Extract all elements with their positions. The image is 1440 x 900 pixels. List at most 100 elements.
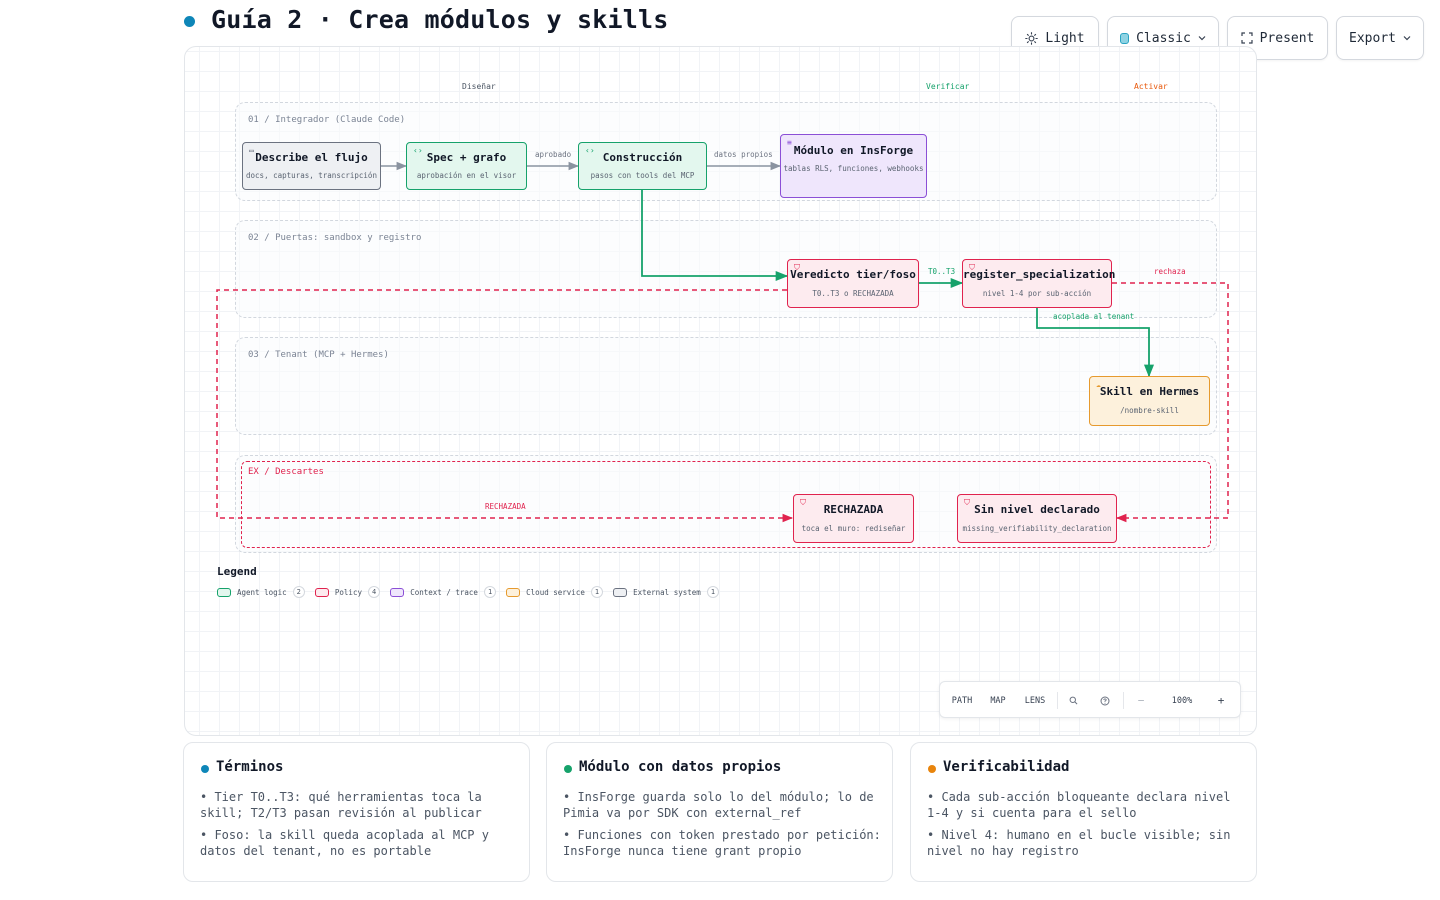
- card-item: • Foso: la skill queda acoplada al MCP y…: [200, 828, 489, 858]
- node-no-level[interactable]: ⛉ Sin nivel declarado missing_verifiabil…: [957, 494, 1117, 543]
- chevron-down-icon: [1198, 35, 1206, 41]
- node-subtitle: docs, capturas, transcripción: [246, 171, 377, 180]
- card-item: • Nivel 4: humano en el bucle visible; s…: [927, 828, 1231, 858]
- node-construction[interactable]: ‹› Construcción pasos con tools del MCP: [578, 142, 707, 190]
- card-dot: [928, 765, 936, 773]
- legend-item-context[interactable]: Context / trace 1: [390, 586, 497, 598]
- lane-gates-label: 02 / Puertas: sandbox y registro: [248, 233, 422, 243]
- node-verdict[interactable]: ⛉ Veredicto tier/foso T0..T3 o RECHAZADA: [787, 259, 919, 308]
- edge-label-coupled: acoplada al tenant: [1053, 312, 1135, 321]
- card-title: Verificabilidad: [943, 759, 1070, 775]
- node-title: Sin nivel declarado: [974, 503, 1100, 516]
- legend-swatch: [506, 587, 521, 597]
- edge-label-rejected: RECHAZADA: [485, 502, 526, 511]
- search-icon[interactable]: [1062, 682, 1084, 719]
- export-button[interactable]: Export: [1336, 16, 1424, 60]
- card-dot: [564, 765, 572, 773]
- node-title: Veredicto tier/foso: [790, 268, 916, 281]
- legend-swatch: [613, 587, 628, 597]
- edge-label-own-data: datos propios: [714, 150, 773, 159]
- card-title: Términos: [216, 759, 284, 775]
- node-register-specialization[interactable]: ⛉ register_specialization nivel 1-4 por …: [962, 259, 1116, 308]
- zoom-out-button[interactable]: −: [1130, 682, 1152, 719]
- present-label: Present: [1259, 30, 1315, 46]
- node-title: Describe el flujo: [255, 151, 368, 164]
- legend-item-external[interactable]: External system 1: [613, 586, 720, 598]
- zoom-level: 100%: [1171, 695, 1193, 706]
- node-subtitle: toca el muro: rediseñar: [801, 524, 906, 533]
- node-title: Spec + grafo: [426, 151, 507, 164]
- help-icon[interactable]: [1094, 682, 1116, 719]
- lane-integrator-label: 01 / Integrador (Claude Code): [248, 115, 406, 125]
- legend-item-policy[interactable]: Policy 4: [314, 586, 381, 598]
- card-list: • Tier T0..T3: qué herramientas toca la …: [200, 789, 518, 865]
- phase-design: Diseñar: [462, 82, 496, 91]
- view-toolbar: PATH MAP LENS − 100% +: [939, 681, 1241, 718]
- legend-count: 1: [706, 586, 720, 598]
- fullscreen-icon: [1240, 32, 1253, 44]
- card-module-data: Módulo con datos propios • InsForge guar…: [546, 742, 893, 882]
- lens-button[interactable]: LENS: [1019, 682, 1051, 719]
- edge-label-t0t3: T0..T3: [928, 267, 956, 276]
- card-item: • Tier T0..T3: qué herramientas toca la …: [200, 790, 482, 820]
- export-label: Export: [1349, 30, 1396, 46]
- node-skill-hermes[interactable]: ☁ Skill en Hermes /nombre-skill: [1089, 376, 1210, 426]
- card-list: • Cada sub-acción bloqueante declara niv…: [927, 789, 1245, 865]
- legend-label: Cloud service: [526, 587, 585, 597]
- node-subtitle: tablas RLS, funciones, webhooks: [783, 164, 924, 173]
- legend-count: 4: [367, 586, 381, 598]
- node-subtitle: T0..T3 o RECHAZADA: [812, 289, 894, 298]
- node-title: Construcción: [602, 151, 683, 164]
- card-title: Módulo con datos propios: [579, 759, 782, 775]
- legend-item-cloud[interactable]: Cloud service 1: [506, 586, 604, 598]
- style-swatch-icon: [1120, 32, 1130, 44]
- zoom-in-button[interactable]: +: [1210, 682, 1232, 719]
- style-label: Classic: [1136, 30, 1191, 46]
- card-verifiability: Verificabilidad • Cada sub-acción bloque…: [910, 742, 1257, 882]
- legend-count: 2: [292, 586, 305, 598]
- legend-item-agent[interactable]: Agent logic 2: [217, 586, 305, 598]
- node-title: Módulo en InsForge: [793, 144, 914, 157]
- node-spec-graph[interactable]: ‹› Spec + grafo aprobación en el visor: [406, 142, 527, 190]
- path-button[interactable]: PATH: [946, 682, 978, 719]
- node-module-insforge[interactable]: ≡ Módulo en InsForge tablas RLS, funcion…: [780, 134, 927, 198]
- legend-label: Policy: [334, 587, 362, 597]
- sun-icon: [1025, 31, 1039, 45]
- node-subtitle: pasos con tools del MCP: [590, 171, 695, 180]
- title-dot: [184, 16, 195, 27]
- card-dot: [201, 765, 209, 773]
- card-item: • Funciones con token prestado por petic…: [563, 828, 881, 858]
- light-label: Light: [1045, 30, 1085, 46]
- card-terms: Términos • Tier T0..T3: qué herramientas…: [183, 742, 530, 882]
- legend-count: 1: [590, 586, 604, 598]
- node-title: register_specialization: [963, 268, 1116, 281]
- map-button[interactable]: MAP: [984, 682, 1012, 719]
- node-subtitle: nivel 1-4 por sub-acción: [982, 289, 1092, 298]
- node-title: RECHAZADA: [823, 503, 884, 516]
- phase-verify: Verificar: [926, 82, 970, 91]
- card-item: • InsForge guarda solo lo del módulo; lo…: [563, 790, 874, 820]
- chevron-down-icon: [1403, 35, 1411, 41]
- page-title: Guía 2 · Crea módulos y skills: [211, 5, 669, 34]
- node-describe-flow[interactable]: ▭ Describe el flujo docs, capturas, tran…: [242, 142, 381, 190]
- legend-swatch: [314, 587, 329, 597]
- lane-tenant-label: 03 / Tenant (MCP + Hermes): [248, 350, 389, 360]
- toolbar-divider: [1123, 692, 1124, 709]
- legend: Agent logic 2 Policy 4 Context / trace 1…: [217, 586, 720, 598]
- lane-discards-label: EX / Descartes: [248, 467, 324, 477]
- node-subtitle: missing_verifiability_declaration: [962, 524, 1112, 533]
- legend-title: Legend: [217, 565, 257, 578]
- card-list: • InsForge guarda solo lo del módulo; lo…: [563, 789, 881, 865]
- legend-label: Context / trace: [410, 587, 478, 597]
- legend-swatch: [217, 587, 231, 597]
- legend-label: Agent logic: [237, 587, 287, 597]
- legend-label: External system: [633, 587, 701, 597]
- node-title: Skill en Hermes: [1099, 385, 1200, 398]
- card-item: • Cada sub-acción bloqueante declara niv…: [927, 790, 1231, 820]
- edge-label-approved: aprobado: [535, 150, 572, 159]
- legend-swatch: [390, 587, 405, 597]
- phase-activate: Activar: [1134, 82, 1168, 91]
- node-rejected[interactable]: ⛉ RECHAZADA toca el muro: rediseñar: [793, 494, 914, 543]
- legend-count: 1: [483, 586, 497, 598]
- toolbar-divider: [1057, 692, 1058, 709]
